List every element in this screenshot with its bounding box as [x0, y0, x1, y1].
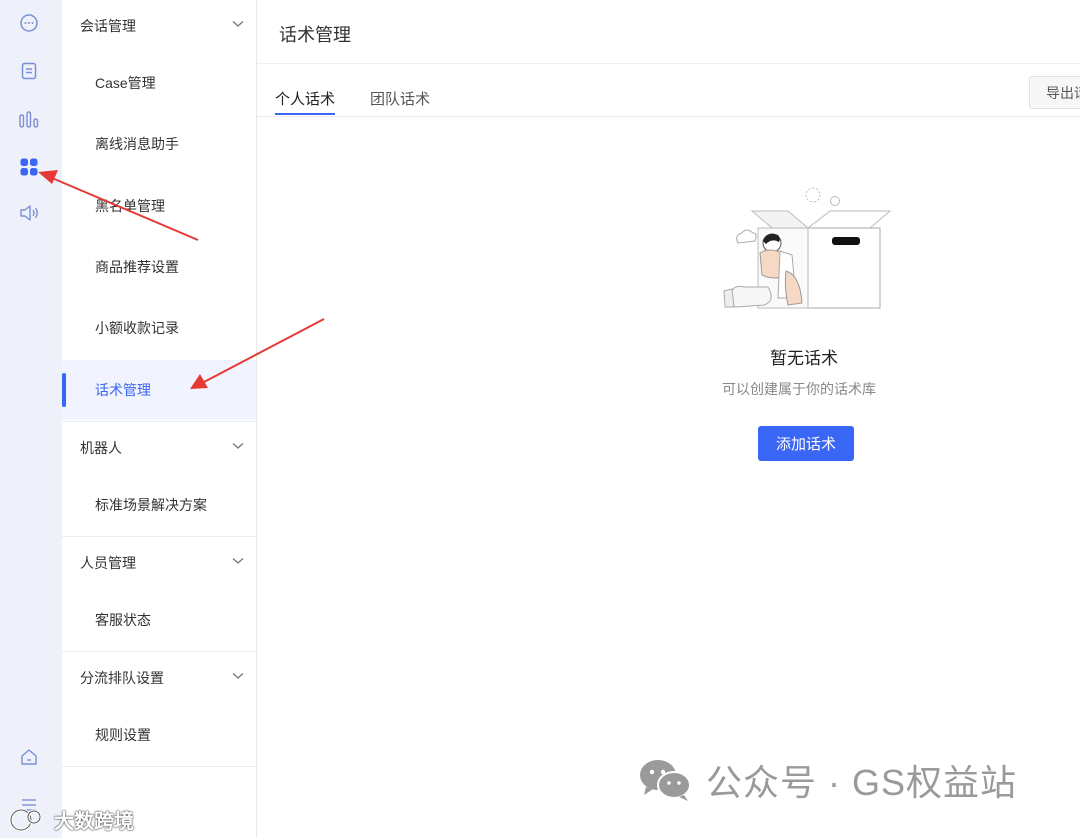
- add-script-button[interactable]: 添加话术: [758, 426, 854, 461]
- sidebar-item-blacklist[interactable]: 黑名单管理: [62, 176, 256, 236]
- page-title: 话术管理: [279, 25, 351, 45]
- sidebar-item-rule-settings[interactable]: 规则设置: [62, 705, 256, 765]
- divider: [257, 63, 1080, 64]
- secondary-sidebar: 会话管理 Case管理 离线消息助手 黑名单管理 商品推荐设置 小额收款记录 话…: [62, 0, 257, 838]
- home-icon[interactable]: [16, 744, 42, 770]
- sidebar-item-offline-assistant[interactable]: 离线消息助手: [62, 114, 256, 174]
- sidebar-item-label: 商品推荐设置: [95, 259, 179, 275]
- sidebar-item-label: 小额收款记录: [95, 320, 179, 336]
- chat-icon[interactable]: [16, 10, 42, 36]
- sidebar-item-label: 客服状态: [95, 612, 151, 628]
- wechat-watermark: 公众号 · GS权益站: [638, 755, 1017, 805]
- sidebar-group-staff[interactable]: 人员管理: [62, 537, 256, 589]
- sidebar-item-standard-solutions[interactable]: 标准场景解决方案: [62, 475, 256, 535]
- empty-state-subtitle: 可以创建属于你的话术库: [722, 381, 876, 397]
- sidebar-item-label: Case管理: [95, 75, 156, 91]
- empty-box-illustration: [723, 187, 892, 309]
- watermark-text: 公众号 · GS权益站: [706, 762, 1018, 803]
- chevron-down-icon: [232, 673, 244, 679]
- sidebar-group-label: 会话管理: [80, 18, 136, 34]
- tab-active-indicator: [275, 113, 335, 115]
- wechat-icon: [640, 760, 691, 801]
- apps-grid-icon[interactable]: [16, 154, 42, 180]
- sidebar-group-robot[interactable]: 机器人: [62, 422, 256, 474]
- logo-icon: [9, 808, 42, 831]
- bottom-watermark-text: 大数跨境: [54, 811, 134, 833]
- sidebar-group-session[interactable]: 会话管理: [62, 0, 256, 52]
- sidebar-item-agent-status[interactable]: 客服状态: [62, 590, 256, 650]
- active-indicator: [62, 373, 66, 407]
- chevron-down-icon: [232, 443, 244, 449]
- tab-team-scripts[interactable]: 团队话术: [370, 88, 430, 109]
- document-icon[interactable]: [16, 58, 42, 84]
- sidebar-item-label: 标准场景解决方案: [95, 497, 207, 513]
- sidebar-item-product-recommend[interactable]: 商品推荐设置: [62, 237, 256, 297]
- sidebar-item-label: 离线消息助手: [95, 136, 179, 152]
- divider: [257, 116, 1080, 117]
- empty-state-title: 暂无话术: [770, 349, 838, 368]
- sidebar-group-label: 机器人: [80, 440, 122, 456]
- sidebar-item-payment-records[interactable]: 小额收款记录: [62, 298, 256, 358]
- speaker-icon[interactable]: [16, 200, 42, 226]
- divider: [62, 766, 256, 767]
- sidebar-item-scripts[interactable]: 话术管理: [62, 360, 256, 420]
- chevron-down-icon: [232, 21, 244, 27]
- bar-chart-icon[interactable]: [16, 106, 42, 132]
- sidebar-group-label: 人员管理: [80, 555, 136, 571]
- export-button[interactable]: 导出话: [1029, 76, 1080, 109]
- sidebar-item-label: 黑名单管理: [95, 198, 165, 214]
- sidebar-group-label: 分流排队设置: [80, 670, 164, 686]
- sidebar-item-label: 规则设置: [95, 727, 151, 743]
- sidebar-group-queue[interactable]: 分流排队设置: [62, 652, 256, 704]
- tab-personal-scripts[interactable]: 个人话术: [275, 88, 335, 109]
- chevron-down-icon: [232, 558, 244, 564]
- sidebar-item-case[interactable]: Case管理: [62, 53, 256, 113]
- bottom-watermark: 大数跨境: [8, 805, 134, 834]
- sidebar-item-label: 话术管理: [95, 382, 151, 398]
- icon-rail: [0, 0, 62, 838]
